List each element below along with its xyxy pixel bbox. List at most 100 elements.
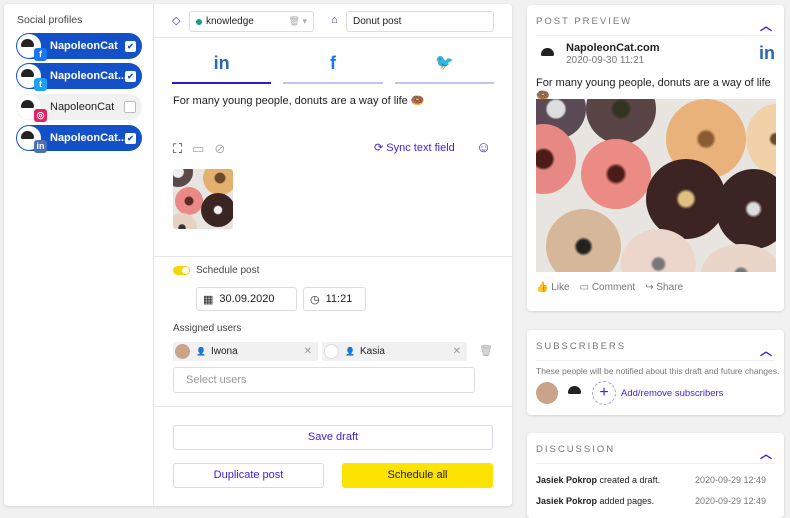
profile-name: NapoleonCat <box>50 40 118 52</box>
tab-facebook[interactable]: f <box>283 48 383 84</box>
discussion-entry: Jasiek Pokrop created a draft. <box>536 475 660 485</box>
remove-icon[interactable]: ✕ <box>304 346 312 357</box>
entry-user: Jasiek Pokrop <box>536 496 598 506</box>
page-name: NapoleonCat.com <box>566 42 660 54</box>
entry-time: 2020-09-29 12:49 <box>695 496 767 506</box>
subscribers-note: These people will be notified about this… <box>536 366 780 376</box>
subscribers-title: SUBSCRIBERS <box>536 341 627 352</box>
entry-user: Jasiek Pokrop <box>536 475 598 485</box>
add-image-icon[interactable]: ⛶ <box>173 141 182 157</box>
emoji-icon[interactable]: ☺ <box>476 139 491 156</box>
add-video-icon[interactable]: ▭ <box>192 141 204 157</box>
chevron-down-icon: 🗑 ▾ <box>288 16 307 26</box>
profile-name: NapoleonCat.... <box>50 132 125 144</box>
date-field[interactable]: ▦ 30.09.2020 <box>196 287 297 311</box>
edit-name-icon: ⌂ <box>331 14 338 26</box>
like-button[interactable]: 👍 Like <box>536 282 570 293</box>
instagram-icon: ◎ <box>34 109 47 122</box>
post-preview-card: POST PREVIEW ︿ NapoleonCat.com 2020-09-3… <box>527 5 784 311</box>
page-avatar <box>537 43 561 67</box>
remove-icon[interactable]: ✕ <box>453 346 461 357</box>
avatar: ◎ <box>17 95 47 122</box>
select-users-input[interactable]: Select users <box>173 367 475 393</box>
trash-icon[interactable]: 🗑 <box>479 344 493 357</box>
comment-label: Comment <box>591 282 636 293</box>
schedule-toggle[interactable] <box>173 266 190 275</box>
profile-name: NapoleonCat <box>50 101 115 113</box>
save-draft-button[interactable]: Save draft <box>173 425 493 450</box>
user-name: Kasia <box>359 346 385 357</box>
social-profiles-panel: Social profiles f NapoleonCat ✔ t NapoleonC… <box>4 4 154 506</box>
post-text-area[interactable]: For many young people, donuts are a way … <box>173 94 425 107</box>
sync-text-button[interactable]: ⟳ Sync text field <box>374 141 455 154</box>
linkedin-icon: in <box>34 140 47 153</box>
tag-value: knowledge <box>206 16 254 27</box>
avatar: in <box>17 126 47 153</box>
user-chip-kasia: 👤 Kasia ✕ <box>322 342 467 361</box>
sync-icon: ⟳ <box>374 142 387 154</box>
preview-image <box>536 99 776 272</box>
clock-icon: ◷ <box>310 293 320 306</box>
subscribers-card: SUBSCRIBERS ︿ These people will be notif… <box>527 330 784 415</box>
entry-action: added pages. <box>597 496 655 506</box>
social-profiles-title: Social profiles <box>17 14 83 26</box>
avatar <box>175 344 190 359</box>
collapse-icon[interactable]: ︿ <box>760 17 772 34</box>
twitter-icon: t <box>34 78 47 91</box>
user-name: Iwona <box>210 346 238 357</box>
editor-panel: ◇ knowledge 🗑 ▾ ⌂ Donut post in f 🐦 For m… <box>154 4 512 506</box>
user-icon: 👤 <box>345 347 355 356</box>
user-icon: 👤 <box>196 347 206 356</box>
subscriber-avatar <box>536 382 558 404</box>
date-value: 30.09.2020 <box>219 293 275 305</box>
profile-instagram[interactable]: ◎ NapoleonCat <box>16 94 142 122</box>
duplicate-post-button[interactable]: Duplicate post <box>173 463 324 488</box>
tab-twitter[interactable]: 🐦 <box>394 48 494 84</box>
link-icon[interactable]: ⊘ <box>214 141 225 157</box>
time-value: 11:21 <box>325 293 353 305</box>
profile-linkedin[interactable]: in NapoleonCat.... ✔ <box>16 125 142 153</box>
facebook-icon: f <box>34 48 47 61</box>
post-preview-title: POST PREVIEW <box>536 16 633 27</box>
post-image-thumbnail[interactable] <box>173 169 233 229</box>
profile-facebook[interactable]: f NapoleonCat ✔ <box>16 33 142 61</box>
discussion-card: DISCUSSION ︿ Jasiek Pokrop created a dra… <box>527 433 784 518</box>
schedule-label: Schedule post <box>196 265 260 276</box>
calendar-icon: ▦ <box>203 293 214 306</box>
tag-dot <box>196 18 202 25</box>
share-button[interactable]: ↪ Share <box>645 282 683 293</box>
post-datetime: 2020-09-30 11:21 <box>566 55 645 66</box>
post-name-input[interactable]: Donut post <box>346 11 494 32</box>
avatar: f <box>17 34 47 61</box>
schedule-all-button[interactable]: Schedule all <box>342 463 493 488</box>
checkbox[interactable] <box>124 101 136 113</box>
linkedin-icon: in <box>759 43 775 63</box>
checkbox[interactable]: ✔ <box>125 70 136 82</box>
time-field[interactable]: ◷ 11:21 <box>303 287 366 311</box>
like-label: Like <box>551 282 570 293</box>
tag-icon: ◇ <box>172 15 181 27</box>
share-label: Share <box>656 282 684 293</box>
subscriber-avatar <box>564 381 588 405</box>
collapse-icon[interactable]: ︿ <box>760 445 772 462</box>
discussion-title: DISCUSSION <box>536 444 616 455</box>
post-editor-card: Social profiles f NapoleonCat ✔ t NapoleonC… <box>4 4 512 506</box>
entry-time: 2020-09-29 12:49 <box>695 475 767 485</box>
profile-twitter[interactable]: t NapoleonCat.... ✔ <box>16 63 142 91</box>
tab-linkedin[interactable]: in <box>172 48 272 84</box>
collapse-icon[interactable]: ︿ <box>760 342 772 359</box>
checkbox[interactable]: ✔ <box>125 132 136 144</box>
user-chip-iwona: 👤 Iwona ✕ <box>173 342 318 361</box>
entry-action: created a draft. <box>597 475 661 485</box>
checkbox[interactable]: ✔ <box>125 40 136 52</box>
add-remove-subscribers-link[interactable]: Add/remove subscribers <box>621 388 723 399</box>
comment-button[interactable]: ▭ Comment <box>580 282 636 293</box>
assigned-users-label: Assigned users <box>173 323 242 334</box>
add-subscriber-icon[interactable]: + <box>592 381 616 405</box>
tag-select[interactable]: knowledge 🗑 ▾ <box>189 11 314 32</box>
discussion-entry: Jasiek Pokrop added pages. <box>536 496 654 506</box>
profile-name: NapoleonCat.... <box>50 70 125 82</box>
avatar <box>324 344 339 359</box>
sync-label: Sync text field <box>386 142 455 154</box>
avatar: t <box>17 64 47 91</box>
